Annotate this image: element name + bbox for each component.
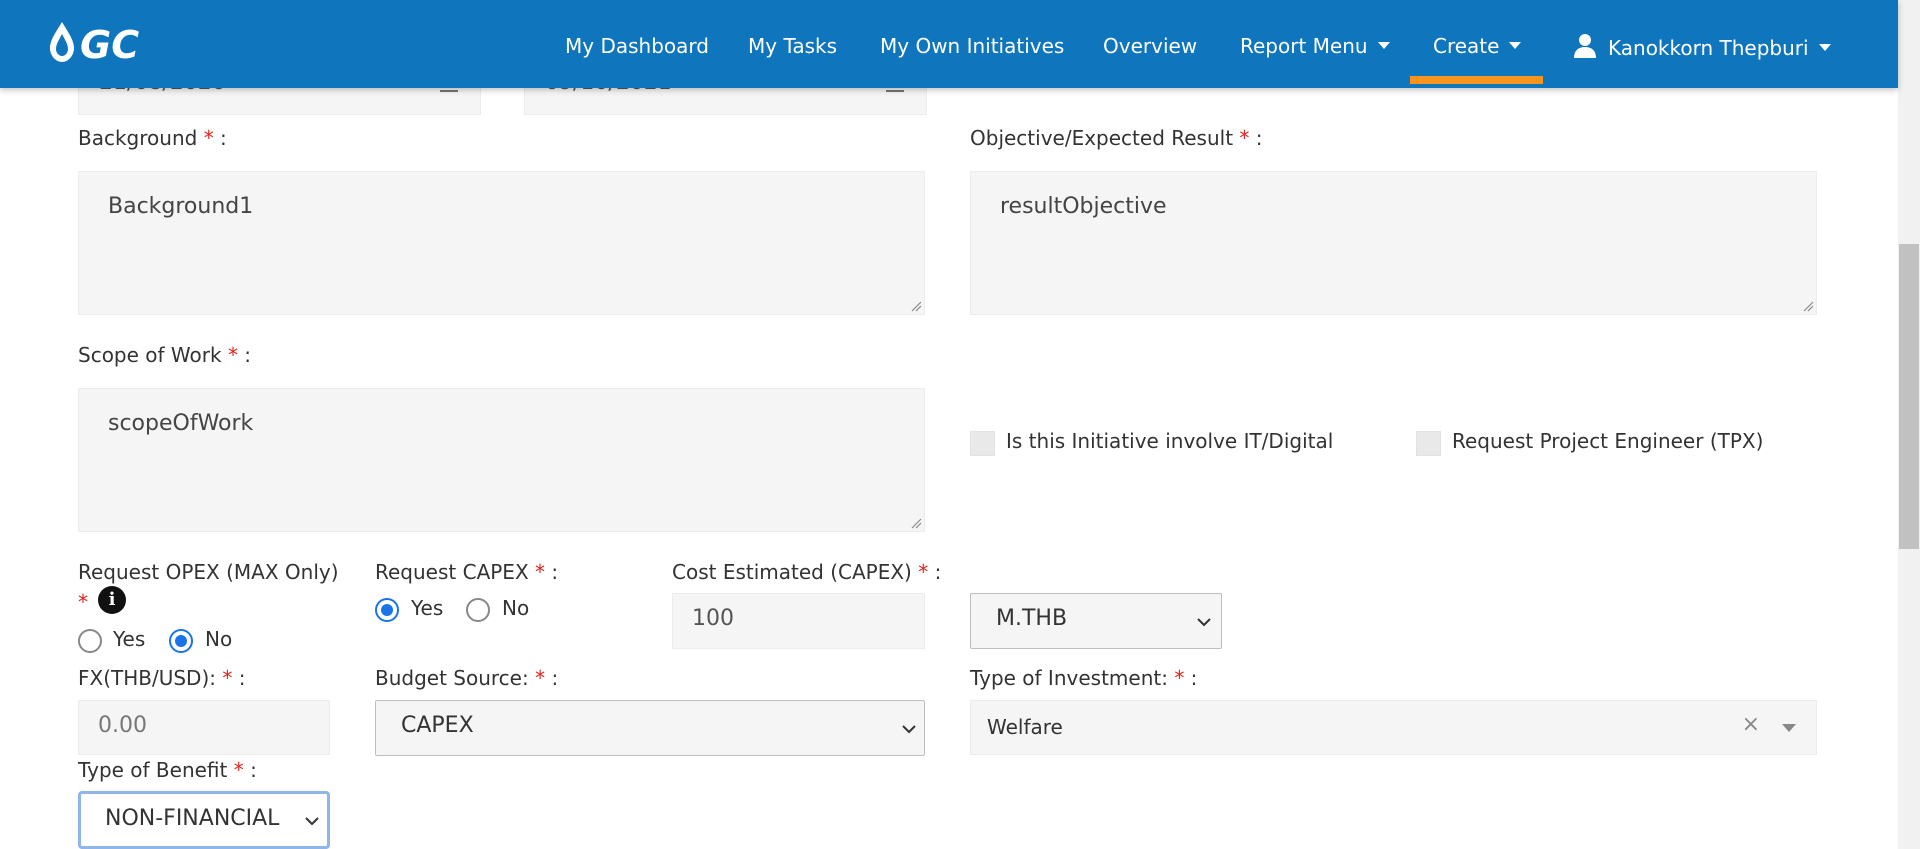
objective-textarea[interactable]: resultObjective xyxy=(970,171,1817,315)
it-digital-label: Is this Initiative involve IT/Digital xyxy=(1006,429,1334,453)
fx-input[interactable]: 0.00 xyxy=(78,700,330,755)
objective-value: resultObjective xyxy=(1000,194,1167,219)
scrollbar-thumb[interactable] xyxy=(1899,244,1919,549)
background-textarea[interactable]: Background1 xyxy=(78,171,925,315)
budget-source-value: CAPEX xyxy=(401,713,474,738)
objective-label-text: Objective/Expected Result xyxy=(970,126,1234,150)
label-colon: : xyxy=(250,758,257,782)
clear-icon[interactable]: × xyxy=(1742,712,1760,737)
resize-handle-icon[interactable] xyxy=(1802,300,1814,312)
opex-yes-radio[interactable] xyxy=(78,629,102,653)
request-capex-label-text: Request CAPEX xyxy=(375,560,529,584)
fx-label-text: FX(THB/USD): xyxy=(78,666,216,690)
fx-label: FX(THB/USD): * : xyxy=(78,666,245,690)
label-colon: : xyxy=(238,666,246,690)
dropdown-arrow-icon[interactable] xyxy=(1782,724,1796,732)
required-marker: * xyxy=(203,126,214,150)
type-of-benefit-value: NON-FINANCIAL xyxy=(105,806,280,831)
background-label: Background * : xyxy=(78,126,227,150)
cost-estimated-label: Cost Estimated (CAPEX) * : xyxy=(672,560,941,584)
scope-value: scopeOfWork xyxy=(108,411,254,436)
chevron-down-icon xyxy=(1197,618,1211,627)
nav-my-tasks[interactable]: My Tasks xyxy=(748,34,837,58)
nav-overview[interactable]: Overview xyxy=(1103,34,1197,58)
resize-handle-icon[interactable] xyxy=(910,300,922,312)
user-icon xyxy=(1574,34,1596,58)
cost-estimated-label-text: Cost Estimated (CAPEX) xyxy=(672,560,912,584)
currency-select[interactable]: M.THB xyxy=(970,593,1222,649)
label-colon: : xyxy=(1190,666,1198,690)
required-marker: * xyxy=(78,590,88,614)
scope-textarea[interactable]: scopeOfWork xyxy=(78,388,925,532)
capex-yes-label: Yes xyxy=(411,596,444,620)
currency-value: M.THB xyxy=(996,606,1068,631)
required-marker: * xyxy=(1174,666,1185,690)
budget-source-label-text: Budget Source: xyxy=(375,666,529,690)
type-of-benefit-label: Type of Benefit * : xyxy=(78,758,257,782)
fx-value: 0.00 xyxy=(98,713,147,738)
background-value: Background1 xyxy=(108,194,254,219)
user-menu[interactable]: Kanokkorn Thepburi xyxy=(1574,34,1831,60)
type-of-investment-select[interactable]: Welfare × xyxy=(970,700,1817,755)
tpx-checkbox[interactable] xyxy=(1416,431,1441,456)
label-colon: : xyxy=(244,343,252,367)
capex-yes-radio[interactable] xyxy=(375,598,399,622)
label-colon: : xyxy=(551,560,559,584)
active-tab-indicator xyxy=(1410,76,1543,84)
label-colon: : xyxy=(934,560,942,584)
cost-estimated-input[interactable]: 100 xyxy=(672,593,925,649)
capex-no-label: No xyxy=(502,596,530,620)
opex-no-label: No xyxy=(205,627,233,651)
required-marker: * xyxy=(227,343,238,367)
user-name: Kanokkorn Thepburi xyxy=(1608,36,1809,60)
capex-no-radio[interactable] xyxy=(466,598,490,622)
chevron-down-icon xyxy=(1509,42,1522,49)
it-digital-checkbox[interactable] xyxy=(970,431,995,456)
resize-handle-icon[interactable] xyxy=(910,517,922,529)
type-of-investment-label-text: Type of Investment: xyxy=(970,666,1168,690)
request-capex-label: Request CAPEX * : xyxy=(375,560,558,584)
required-marker: * xyxy=(222,666,233,690)
type-of-benefit-select[interactable]: NON-FINANCIAL xyxy=(78,791,330,849)
budget-source-select[interactable]: CAPEX xyxy=(375,700,925,756)
type-of-investment-value: Welfare xyxy=(987,715,1063,739)
cost-estimated-value: 100 xyxy=(692,606,734,631)
nav-report-menu[interactable]: Report Menu xyxy=(1240,34,1390,58)
nav-my-dashboard[interactable]: My Dashboard xyxy=(565,34,709,58)
nav-report-menu-label: Report Menu xyxy=(1240,34,1368,58)
background-label-text: Background xyxy=(78,126,198,150)
request-opex-label: Request OPEX (MAX Only) xyxy=(78,560,339,584)
chevron-down-icon xyxy=(1377,42,1390,49)
required-marker: * xyxy=(535,560,546,584)
gc-logo[interactable]: GC xyxy=(46,18,186,66)
scope-label: Scope of Work * : xyxy=(78,343,251,367)
type-of-benefit-label-text: Type of Benefit xyxy=(78,758,228,782)
label-colon: : xyxy=(220,126,227,150)
required-marker: * xyxy=(1239,126,1250,150)
required-marker: * xyxy=(535,666,546,690)
opex-yes-label: Yes xyxy=(113,627,146,651)
required-marker: * xyxy=(918,560,929,584)
tpx-label: Request Project Engineer (TPX) xyxy=(1452,429,1764,453)
nav-my-own-initiatives[interactable]: My Own Initiatives xyxy=(880,34,1064,58)
scope-label-text: Scope of Work xyxy=(78,343,222,367)
label-colon: : xyxy=(551,666,559,690)
objective-label: Objective/Expected Result * : xyxy=(970,126,1263,150)
opex-no-radio[interactable] xyxy=(169,629,193,653)
top-navbar: GC My Dashboard My Tasks My Own Initiati… xyxy=(0,0,1898,88)
budget-source-label: Budget Source: * : xyxy=(375,666,558,690)
nav-create-label: Create xyxy=(1433,34,1500,58)
chevron-down-icon xyxy=(902,725,916,734)
logo-text: GC xyxy=(80,23,139,66)
label-colon: : xyxy=(1255,126,1263,150)
chevron-down-icon xyxy=(1818,44,1831,51)
chevron-down-icon xyxy=(305,817,319,826)
info-icon[interactable]: i xyxy=(98,586,126,614)
type-of-investment-label: Type of Investment: * : xyxy=(970,666,1197,690)
required-marker: * xyxy=(233,758,244,782)
nav-create[interactable]: Create xyxy=(1433,34,1522,58)
